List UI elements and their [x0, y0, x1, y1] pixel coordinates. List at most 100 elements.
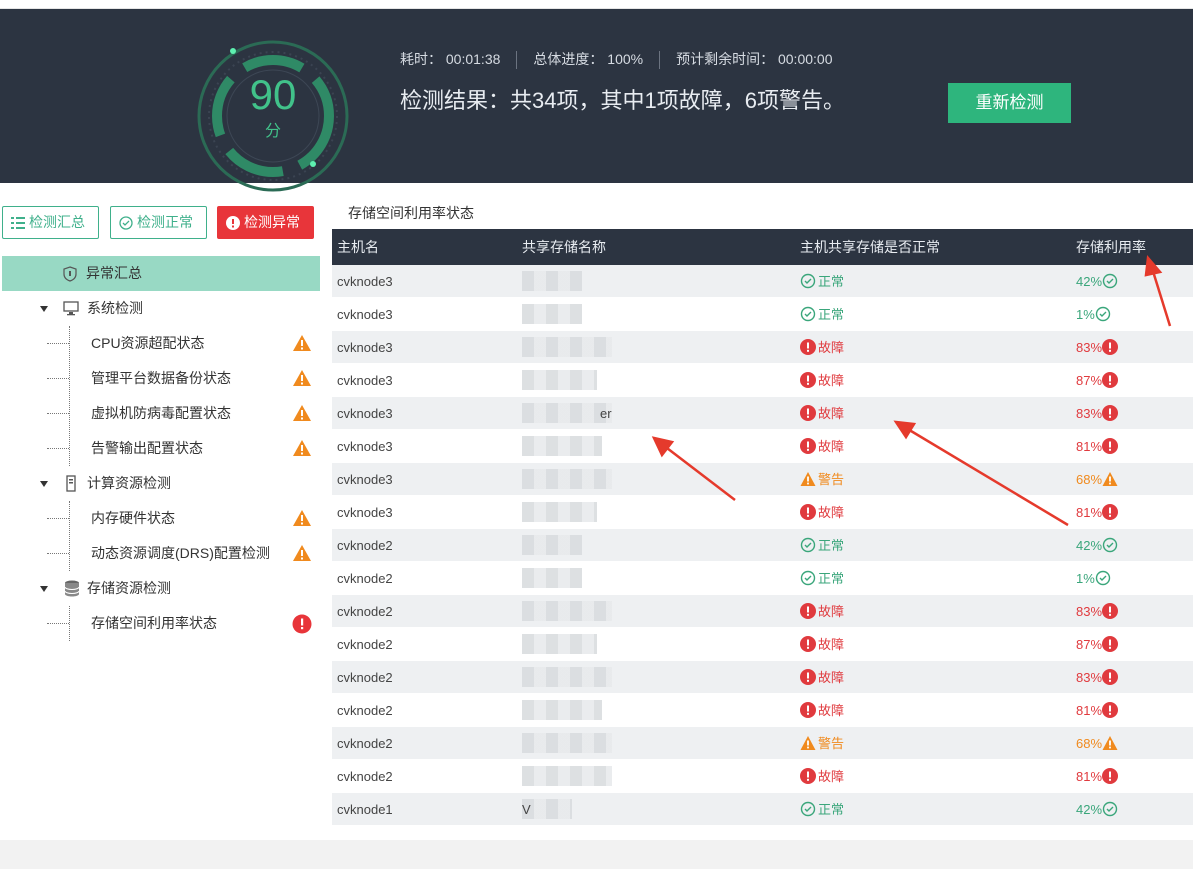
status-label: 故障 [818, 373, 845, 388]
cell-host: cvknode2 [337, 538, 393, 553]
caret-down-icon[interactable] [40, 586, 48, 592]
tree-group-storage[interactable]: 存储资源检测 [2, 571, 320, 606]
status-label: 正常 [818, 802, 845, 817]
caret-down-icon[interactable] [40, 481, 48, 487]
usage-value: 1% [1076, 307, 1095, 322]
table-row[interactable]: cvknode3 故障 81% [332, 430, 1193, 463]
cell-status: 故障 [800, 628, 844, 661]
error-icon [1102, 669, 1119, 685]
table-row[interactable]: cvknode2 警告 68% [332, 727, 1193, 760]
error-icon [800, 438, 816, 454]
table-row[interactable]: cvknode3 er 故障 83% [332, 397, 1193, 430]
tree-item-storage-usage[interactable]: 存储空间利用率状态 [2, 606, 320, 641]
score-unit: 分 [264, 123, 281, 140]
tree-item-drs-config[interactable]: 动态资源调度(DRS)配置检测 [2, 536, 320, 571]
tab-abnormal[interactable]: 检测异常 [217, 206, 314, 239]
error-icon [800, 339, 816, 355]
redacted-storage-name [522, 766, 612, 786]
cell-usage: 81% [1076, 694, 1120, 727]
status-label: 警告 [818, 472, 845, 487]
table-row[interactable]: cvknode2 正常 42% [332, 529, 1193, 562]
error-icon [800, 636, 816, 652]
status-label: 正常 [818, 274, 845, 289]
table-row[interactable]: cvknode1 V 正常 42% [332, 793, 1193, 826]
list-icon [11, 217, 25, 229]
database-icon [64, 580, 80, 597]
redacted-storage-name [522, 337, 612, 357]
table-header: 主机名 共享存储名称 主机共享存储是否正常 存储利用率 [332, 229, 1193, 265]
redacted-storage-name [522, 601, 612, 621]
error-icon [1102, 768, 1119, 784]
cell-status: 正常 [800, 298, 844, 331]
table-row[interactable]: cvknode3 故障 81% [332, 496, 1193, 529]
divider [659, 51, 661, 70]
storage-usage-table: 主机名 共享存储名称 主机共享存储是否正常 存储利用率 cvknode3 正常 42… [332, 229, 1193, 826]
cell-usage: 83% [1076, 331, 1120, 364]
table-row[interactable]: cvknode2 故障 87% [332, 628, 1193, 661]
table-row[interactable]: cvknode3 正常 42% [332, 265, 1193, 298]
tab-summary[interactable]: 检测汇总 [2, 206, 99, 239]
table-row[interactable]: cvknode3 故障 83% [332, 331, 1193, 364]
error-icon [800, 603, 816, 619]
retest-button[interactable]: 重新检测 [948, 83, 1071, 123]
caret-down-icon[interactable] [40, 306, 48, 312]
cell-host: cvknode3 [337, 307, 393, 322]
redacted-storage-name [522, 403, 612, 423]
tree-item-platform-backup[interactable]: 管理平台数据备份状态 [2, 361, 320, 396]
cell-status: 故障 [800, 694, 844, 727]
error-icon [800, 768, 816, 784]
usage-value: 81% [1076, 505, 1103, 520]
bottom-toolbar [0, 840, 1193, 869]
tree-group-compute[interactable]: 计算资源检测 [2, 466, 320, 501]
elapsed-time: 耗时： 00:01:38 [400, 51, 501, 67]
tab-abnormal-label: 检测异常 [244, 214, 300, 230]
table-row[interactable]: cvknode2 故障 83% [332, 595, 1193, 628]
shield-icon [63, 266, 77, 282]
cell-host: cvknode2 [337, 670, 393, 685]
tree-group-system[interactable]: 系统检测 [2, 291, 320, 326]
error-icon [1102, 438, 1119, 454]
cell-status: 故障 [800, 595, 844, 628]
tree-item-cpu-overcommit[interactable]: CPU资源超配状态 [2, 326, 320, 361]
section-title: 存储空间利用率状态 [348, 205, 474, 221]
tree-item-abnormal-summary[interactable]: 异常汇总 [2, 256, 320, 291]
table-row[interactable]: cvknode2 故障 81% [332, 694, 1193, 727]
check-circle-icon [1095, 570, 1110, 586]
cell-host: cvknode1 [337, 802, 393, 817]
cell-status: 正常 [800, 793, 844, 826]
cell-usage: 68% [1076, 463, 1120, 496]
table-row[interactable]: cvknode2 故障 81% [332, 760, 1193, 793]
status-label: 故障 [818, 505, 845, 520]
alert-circle-icon [226, 216, 240, 230]
table-row[interactable]: cvknode3 故障 87% [332, 364, 1193, 397]
warning-icon [1102, 472, 1118, 486]
tab-normal[interactable]: 检测正常 [110, 206, 207, 239]
cell-usage: 83% [1076, 397, 1120, 430]
error-icon [1102, 702, 1119, 718]
tree-item-memory-hardware[interactable]: 内存硬件状态 [2, 501, 320, 536]
error-icon [1102, 504, 1119, 520]
table-row[interactable]: cvknode3 警告 68% [332, 463, 1193, 496]
cell-host: cvknode3 [337, 274, 393, 289]
status-label: 正常 [818, 538, 845, 553]
tree-item-vm-antivirus[interactable]: 虚拟机防病毒配置状态 [2, 396, 320, 431]
cell-usage: 83% [1076, 595, 1120, 628]
table-row[interactable]: cvknode2 正常 1% [332, 562, 1193, 595]
table-row[interactable]: cvknode2 故障 83% [332, 661, 1193, 694]
tree-item-label: 动态资源调度(DRS)配置检测 [91, 545, 270, 561]
warning-icon [293, 510, 311, 526]
cell-status: 警告 [800, 463, 844, 496]
cell-usage: 42% [1076, 793, 1120, 826]
cell-usage: 81% [1076, 430, 1120, 463]
cell-host: cvknode2 [337, 736, 393, 751]
tree-item-label: 告警输出配置状态 [91, 440, 203, 456]
error-icon [1102, 339, 1119, 355]
tree-item-alarm-output[interactable]: 告警输出配置状态 [2, 431, 320, 466]
table-row[interactable]: cvknode3 正常 1% [332, 298, 1193, 331]
warning-icon [293, 335, 311, 351]
remaining-time: 预计剩余时间： 00:00:00 [676, 51, 833, 67]
redacted-storage-name [522, 370, 597, 390]
usage-value: 1% [1076, 571, 1095, 586]
error-icon [292, 614, 312, 634]
cell-host: cvknode2 [337, 604, 393, 619]
